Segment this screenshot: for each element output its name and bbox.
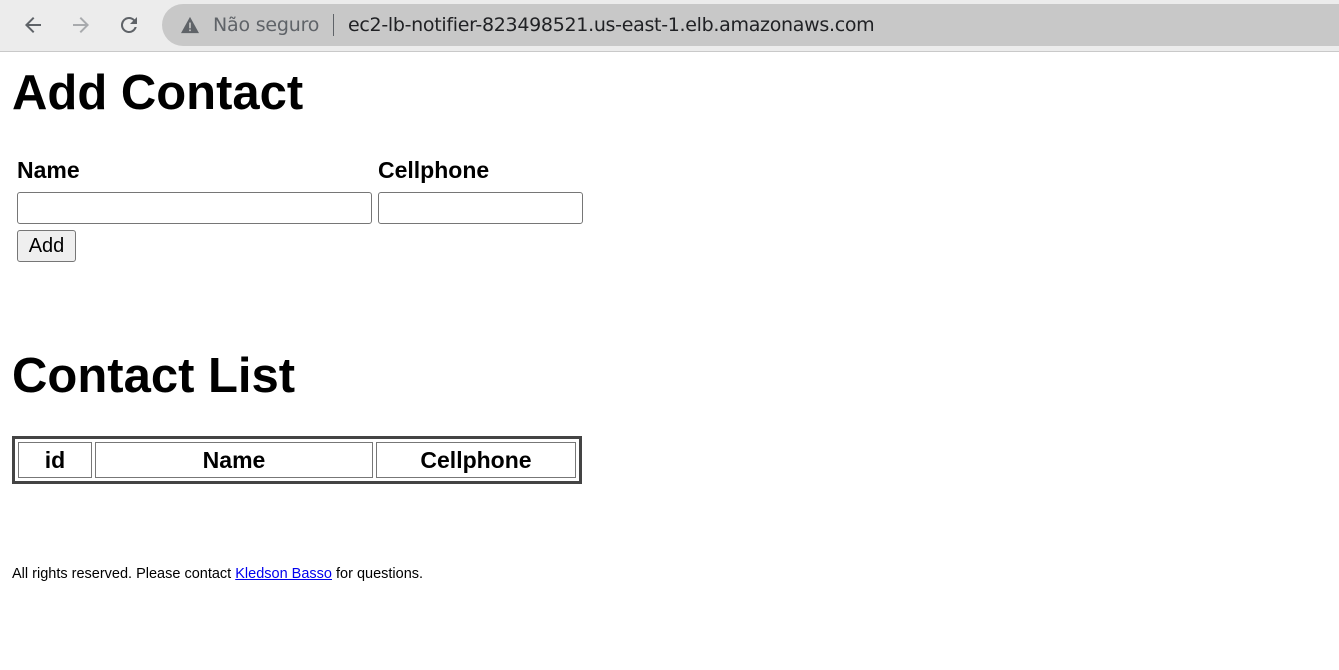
cellphone-label: Cellphone [378, 157, 490, 183]
column-header-cellphone: Cellphone [376, 442, 576, 478]
add-button[interactable]: Add [17, 230, 76, 262]
footer-text-before: All rights reserved. Please contact [12, 566, 236, 582]
security-status[interactable]: Não seguro [213, 14, 319, 36]
address-bar[interactable]: Não seguro ec2-lb-notifier-823498521.us-… [162, 4, 1339, 46]
footer-text-after: for questions. [331, 566, 424, 582]
name-label: Name [17, 157, 80, 183]
column-header-id: id [18, 442, 92, 478]
arrow-left-icon [25, 17, 41, 33]
name-input[interactable] [17, 192, 372, 224]
divider [333, 14, 334, 36]
table-header-row: id Name Cellphone [18, 442, 576, 478]
add-contact-heading: Add Contact [12, 66, 304, 120]
contact-author-link[interactable]: Kledson Basso [235, 566, 332, 582]
contact-table: id Name Cellphone [12, 436, 582, 484]
forward-button[interactable] [64, 8, 98, 42]
warning-icon [181, 16, 199, 34]
footer: All rights reserved. Please contact Kled… [12, 566, 423, 582]
reload-button[interactable] [112, 8, 146, 42]
arrow-right-icon [73, 17, 89, 33]
url-text[interactable]: ec2-lb-notifier-823498521.us-east-1.elb.… [348, 14, 875, 36]
browser-toolbar: Não seguro ec2-lb-notifier-823498521.us-… [0, 0, 1339, 52]
back-button[interactable] [16, 8, 50, 42]
reload-icon [120, 16, 137, 33]
column-header-name: Name [95, 442, 373, 478]
contact-list-heading: Contact List [12, 349, 296, 403]
cellphone-input[interactable] [378, 192, 583, 224]
